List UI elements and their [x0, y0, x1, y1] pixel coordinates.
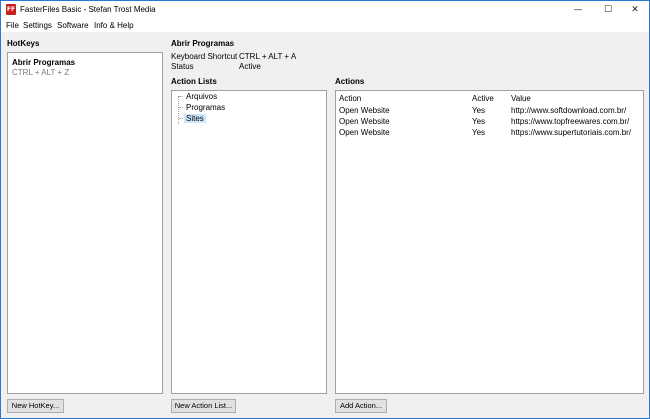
close-button[interactable]: ✕ [620, 1, 650, 19]
menu-bar: File Settings Software Info & Help [1, 19, 649, 32]
shortcut-value: CTRL + ALT + A [239, 52, 297, 61]
title-bar[interactable]: FF FasterFiles Basic - Stefan Trost Medi… [1, 1, 649, 19]
menu-settings[interactable]: Settings [23, 21, 52, 30]
new-hotkey-button[interactable]: New HotKey... [7, 399, 64, 413]
table-row[interactable]: Open Website Yes http://www.softdownload… [336, 105, 643, 116]
hotkey-name[interactable]: Abrir Programas [12, 58, 75, 67]
tree-item-label: Arquivos [186, 92, 218, 101]
cell-value: http://www.softdownload.com.br/ [511, 106, 627, 115]
shortcut-label: Keyboard Shortcut [171, 52, 238, 61]
column-header-value[interactable]: Value [511, 93, 531, 104]
table-row[interactable]: Open Website Yes https://www.topfreeware… [336, 116, 643, 127]
action-lists-tree[interactable]: Arquivos Programas Sites [171, 90, 327, 394]
actions-heading: Actions [335, 77, 365, 86]
cell-action: Open Website [339, 106, 390, 115]
add-action-button[interactable]: Add Action... [335, 399, 387, 413]
table-row[interactable]: Open Website Yes https://www.supertutori… [336, 127, 643, 138]
cell-active: Yes [472, 128, 486, 137]
actions-table[interactable]: Action Active Value Open Website Yes htt… [335, 90, 644, 394]
column-header-active[interactable]: Active [472, 93, 494, 104]
tree-item-label: Sites [184, 114, 206, 123]
minimize-button[interactable]: — [563, 1, 593, 19]
cell-value: https://www.topfreewares.com.br/ [511, 117, 630, 126]
maximize-button[interactable]: ☐ [593, 1, 623, 19]
table-header: Action Active Value [336, 93, 643, 104]
tree-item-programas[interactable]: Programas [179, 103, 227, 113]
cell-value: https://www.supertutoriais.com.br/ [511, 128, 632, 137]
new-action-list-button[interactable]: New Action List... [171, 399, 236, 413]
cell-active: Yes [472, 106, 486, 115]
cell-action: Open Website [339, 128, 390, 137]
cell-action: Open Website [339, 117, 390, 126]
status-label: Status [171, 62, 194, 71]
window-title: FasterFiles Basic - Stefan Trost Media [20, 5, 156, 14]
menu-file[interactable]: File [6, 21, 19, 30]
status-value: Active [239, 62, 261, 71]
cell-active: Yes [472, 117, 486, 126]
hotkeys-heading: HotKeys [7, 39, 40, 48]
action-lists-heading: Action Lists [171, 77, 217, 86]
app-logo-icon: FF [6, 4, 16, 15]
menu-software[interactable]: Software [57, 21, 89, 30]
menu-info-help[interactable]: Info & Help [94, 21, 134, 30]
tree-item-label: Programas [186, 103, 226, 112]
hotkeys-list[interactable]: Abrir Programas CTRL + ALT + Z [7, 52, 163, 394]
tree-item-sites[interactable]: Sites [179, 114, 206, 124]
app-window: FF FasterFiles Basic - Stefan Trost Medi… [0, 0, 650, 419]
hotkey-shortcut[interactable]: CTRL + ALT + Z [12, 68, 69, 77]
column-header-action[interactable]: Action [339, 93, 361, 104]
details-title: Abrir Programas [171, 39, 235, 48]
tree-item-arquivos[interactable]: Arquivos [179, 92, 219, 102]
